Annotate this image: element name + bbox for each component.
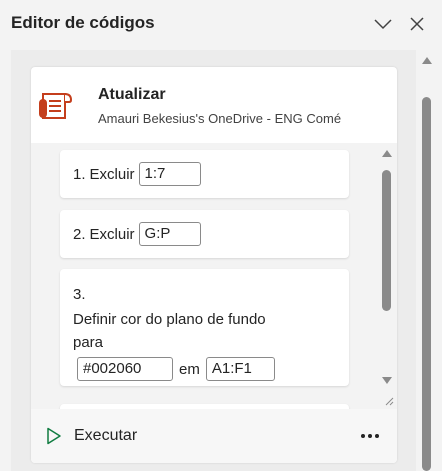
step-action-continued: para	[73, 334, 104, 351]
step-connector: em	[179, 360, 200, 378]
step-number: 3.	[73, 286, 86, 303]
range-chip[interactable]: 1:7	[138, 162, 201, 186]
more-icon[interactable]	[356, 429, 384, 443]
script-icon	[38, 89, 74, 123]
pane-header: Editor de códigos	[0, 0, 442, 50]
scroll-up-arrow-icon[interactable]	[382, 150, 392, 157]
range-chip[interactable]: G:P	[138, 222, 201, 246]
scroll-up-arrow-icon[interactable]	[422, 57, 432, 64]
step-action: Excluir	[89, 165, 135, 183]
step-2[interactable]: 2. Excluir G:P	[60, 210, 349, 258]
pane-scrollbar[interactable]	[419, 50, 436, 471]
steps-list: 1. Excluir 1:7 2. Excluir G:P 3. Definir…	[31, 143, 378, 409]
run-button[interactable]: Executar	[46, 427, 137, 445]
script-name: Atualizar	[98, 86, 166, 103]
pane-scrollbar-thumb[interactable]	[422, 97, 431, 471]
run-label: Executar	[74, 427, 138, 444]
scroll-down-arrow-icon[interactable]	[382, 377, 392, 384]
script-location: Amauri Bekesius's OneDrive - ENG Comé	[98, 111, 342, 126]
step-1[interactable]: 1. Excluir 1:7	[60, 150, 349, 198]
close-icon[interactable]	[405, 12, 429, 36]
step-action: Excluir	[89, 225, 135, 243]
step-action: Definir cor do plano de fundo	[73, 311, 266, 328]
steps-scrollbar-thumb[interactable]	[382, 170, 391, 311]
color-chip[interactable]: #002060	[77, 357, 173, 381]
steps-scrollbar[interactable]	[378, 143, 397, 409]
card-footer: Executar	[31, 409, 397, 463]
step-3[interactable]: 3. Definir cor do plano de fundo para #0…	[60, 269, 349, 386]
range-chip[interactable]: A1:F1	[205, 357, 275, 381]
step-number: 1.	[73, 165, 86, 183]
chevron-down-icon[interactable]	[371, 12, 395, 36]
step-number: 2.	[73, 225, 86, 243]
play-icon	[47, 427, 61, 445]
resize-grip-icon[interactable]	[384, 396, 394, 406]
pane-title: Editor de códigos	[11, 13, 155, 32]
